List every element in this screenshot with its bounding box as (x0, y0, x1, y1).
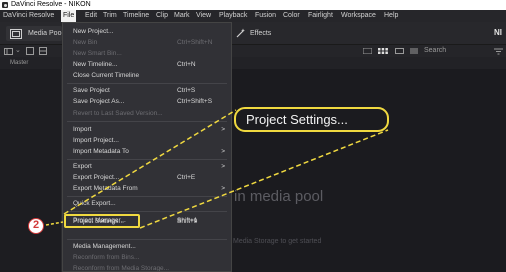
chevron-down-icon[interactable]: ⌄ (15, 45, 21, 57)
window-title-bar: DaVinci Resolve - NIKON (0, 0, 506, 10)
filmstrip-view-icon[interactable] (395, 48, 404, 54)
menu-clip[interactable]: Clip (156, 10, 168, 22)
menu-item-import[interactable]: Import > (63, 124, 231, 135)
menu-item-media-management[interactable]: Media Management... (63, 241, 231, 252)
menu-item-save-project-as[interactable]: Save Project As... Ctrl+Shift+S (63, 96, 231, 107)
menu-color[interactable]: Color (283, 10, 300, 22)
media-pool-icon (10, 29, 22, 39)
menu-edit[interactable]: Edit (85, 10, 97, 22)
menu-item-import-metadata[interactable]: Import Metadata To > (63, 146, 231, 157)
menu-item-new-timeline[interactable]: New Timeline... Ctrl+N (63, 59, 231, 70)
file-menu-dropdown: New Project... New Bin Ctrl+Shift+N New S… (62, 22, 232, 272)
filter-icon[interactable] (494, 48, 503, 55)
menu-file[interactable]: File (61, 10, 77, 22)
master-bin-label[interactable]: Master (10, 57, 28, 69)
panel-toggle-icon[interactable] (4, 48, 13, 55)
menu-davinci-resolve[interactable]: DaVinci Resolve (3, 10, 54, 22)
media-pool-label: Media Poo (28, 30, 62, 37)
media-storage-hint: Media Storage to get started (233, 238, 322, 245)
menu-separator (67, 121, 227, 122)
menu-mark[interactable]: Mark (174, 10, 190, 22)
menu-item-export-project[interactable]: Export Project... Ctrl+E (63, 172, 231, 183)
menu-bar: DaVinci Resolve File Edit Trim Timeline … (0, 10, 506, 22)
menu-item-new-smart-bin[interactable]: New Smart Bin... (63, 48, 231, 59)
media-pool-empty-text: in media pool (234, 188, 324, 205)
project-name-label: NI (494, 28, 502, 37)
window-title: DaVinci Resolve - NIKON (11, 1, 91, 8)
menu-item-reconform-media-storage[interactable]: Reconform from Media Storage... (63, 263, 231, 271)
menu-item-save-project[interactable]: Save Project Ctrl+S (63, 85, 231, 96)
menu-fusion[interactable]: Fusion (255, 10, 276, 22)
bin-list-panel (0, 69, 62, 272)
menu-fairlight[interactable]: Fairlight (308, 10, 333, 22)
sort-icon[interactable] (363, 48, 372, 54)
menu-item-export-metadata[interactable]: Export Metadata From > (63, 183, 231, 194)
menu-separator (67, 159, 227, 160)
menu-item-revert[interactable]: Revert to Last Saved Version... (63, 108, 231, 119)
search-input[interactable]: Search (424, 45, 446, 57)
chevron-right-icon: > (221, 163, 225, 170)
menu-separator (67, 211, 227, 212)
menu-item-close-current-timeline[interactable]: Close Current Timeline (63, 70, 231, 81)
menu-item-export[interactable]: Export > (63, 161, 231, 172)
davinci-resolve-app-icon (2, 2, 8, 8)
chevron-right-icon: > (221, 126, 225, 133)
menu-workspace[interactable]: Workspace (341, 10, 376, 22)
thumbnail-view-icon[interactable] (378, 48, 388, 54)
menu-item-quick-export[interactable]: Quick Export... (63, 198, 231, 209)
project-settings-callout: Project Settings... (234, 107, 389, 132)
menu-trim[interactable]: Trim (103, 10, 117, 22)
menu-timeline[interactable]: Timeline (123, 10, 149, 22)
list-lines-icon[interactable] (410, 48, 418, 54)
project-settings-highlight (64, 214, 140, 228)
menu-help[interactable]: Help (384, 10, 398, 22)
step-number-badge: 2 (28, 218, 44, 234)
list-view-icon[interactable] (39, 47, 47, 55)
menu-item-import-project[interactable]: Import Project... (63, 135, 231, 146)
menu-item-new-project[interactable]: New Project... (63, 26, 231, 37)
menu-separator (67, 196, 227, 197)
menu-item-new-bin[interactable]: New Bin Ctrl+Shift+N (63, 37, 231, 48)
effects-button[interactable]: Effects (236, 28, 271, 39)
menu-item-reconform-bins[interactable]: Reconform from Bins... (63, 252, 231, 263)
menu-separator (67, 239, 227, 240)
bin-icon[interactable] (26, 47, 34, 55)
menu-playback[interactable]: Playback (219, 10, 247, 22)
media-pool-button[interactable]: Media Poo (6, 26, 62, 41)
menu-view[interactable]: View (196, 10, 211, 22)
effects-wand-icon (236, 28, 245, 38)
chevron-right-icon: > (221, 148, 225, 155)
menu-separator (67, 83, 227, 84)
chevron-right-icon: > (221, 185, 225, 192)
